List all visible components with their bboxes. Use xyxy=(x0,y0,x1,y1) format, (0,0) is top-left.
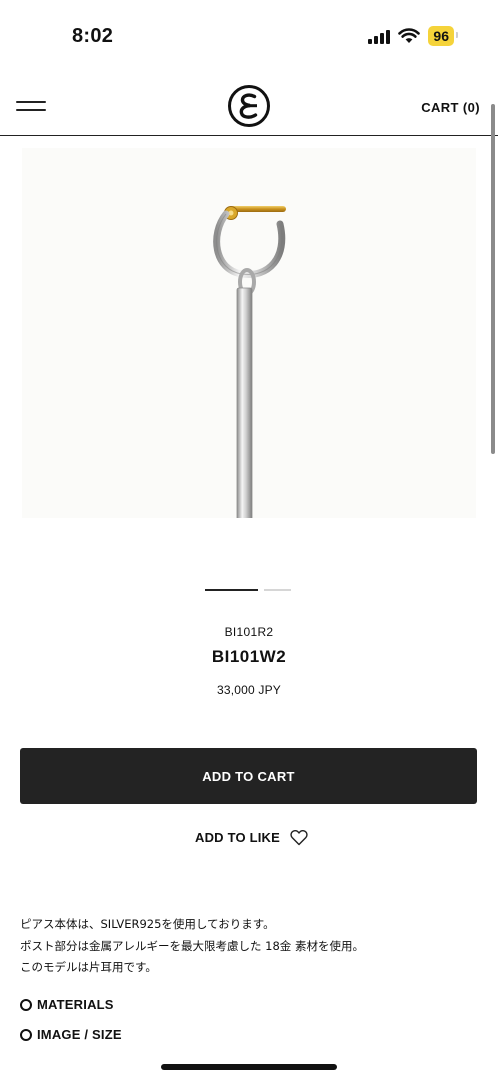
cart-link[interactable]: CART (0) xyxy=(421,100,480,115)
circle-icon xyxy=(20,998,32,1011)
circle-icon xyxy=(20,1028,32,1041)
home-indicator[interactable] xyxy=(161,1064,337,1070)
scrollbar[interactable] xyxy=(491,104,495,454)
brand-logo[interactable] xyxy=(227,84,271,128)
status-bar: 8:02 96 xyxy=(0,0,498,70)
product-price: 33,000 JPY xyxy=(216,683,282,697)
product-image[interactable] xyxy=(22,148,476,533)
add-to-like-button[interactable]: ADD TO LIKE xyxy=(195,829,308,846)
hamburger-menu-icon[interactable] xyxy=(16,98,46,114)
description-line: ピアス本体は、SILVER925を使用しております。 xyxy=(20,917,275,931)
heart-icon xyxy=(290,829,308,846)
carousel-dot-2[interactable] xyxy=(264,589,291,591)
signal-icon xyxy=(368,28,391,44)
battery-icon: 96 xyxy=(428,26,458,46)
materials-label: MATERIALS xyxy=(37,997,114,1012)
materials-accordion[interactable]: MATERIALS xyxy=(20,997,114,1012)
add-to-like-label: ADD TO LIKE xyxy=(195,830,281,845)
wifi-icon xyxy=(398,28,421,43)
carousel-dot-1[interactable] xyxy=(205,589,258,591)
status-time: 8:02 xyxy=(72,25,114,47)
product-description: ピアス本体は、SILVER925を使用しております。 ポスト部分は金属アレルギー… xyxy=(20,914,480,979)
image-carousel-indicator xyxy=(205,589,291,591)
earring-illustration xyxy=(213,206,286,533)
site-header: CART (0) xyxy=(0,78,498,136)
product-name: BI101W2 xyxy=(211,647,287,666)
product-sku: BI101R2 xyxy=(224,625,274,639)
add-to-cart-button[interactable]: ADD TO CART xyxy=(20,748,477,804)
description-line: このモデルは片耳用です。 xyxy=(20,960,157,974)
status-indicators: 96 xyxy=(368,26,458,46)
image-size-accordion[interactable]: IMAGE / SIZE xyxy=(20,1027,122,1042)
image-size-label: IMAGE / SIZE xyxy=(37,1027,122,1042)
description-line: ポスト部分は金属アレルギーを最大限考慮した 18金 素材を使用。 xyxy=(20,938,364,953)
